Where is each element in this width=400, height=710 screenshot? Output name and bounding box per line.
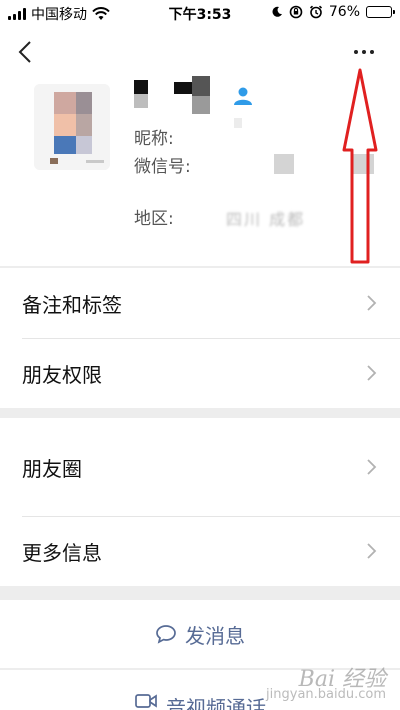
moon-icon — [272, 6, 282, 17]
avatar[interactable] — [34, 84, 110, 170]
send-message-button[interactable]: 发消息 — [0, 600, 400, 668]
watermark-logo: Bai 经验 — [298, 667, 386, 692]
battery-percent: 76% — [328, 4, 360, 20]
back-arrow-icon[interactable] — [14, 38, 38, 66]
video-call-label: 音视频通话 — [166, 696, 266, 710]
annotation-arrow — [342, 68, 378, 264]
more-dot-icon — [362, 50, 366, 54]
row-label: 朋友圈 — [22, 456, 82, 481]
alarm-icon — [309, 5, 322, 19]
chevron-right-icon — [367, 295, 377, 311]
status-right: 76% — [271, 4, 395, 20]
row-label: 备注和标签 — [22, 292, 122, 317]
person-icon — [234, 87, 252, 105]
more-dot-icon — [354, 50, 358, 54]
chevron-right-icon — [367, 459, 377, 475]
status-bar: 中国移动 下午3:53 76% — [0, 0, 400, 26]
nickname-label: 昵称: — [134, 129, 174, 149]
more-dot-icon — [370, 50, 374, 54]
watermark-url: jingyan.baidu.com — [266, 687, 386, 702]
battery-icon — [366, 6, 395, 18]
region-label: 地区: — [134, 209, 174, 229]
wechat-id-label: 微信号: — [134, 157, 191, 177]
settings-group-2: 朋友圈 更多信息 — [0, 418, 400, 586]
settings-group-1: 备注和标签 朋友权限 — [0, 268, 400, 408]
row-label: 朋友权限 — [22, 362, 102, 387]
redacted-name-block — [134, 76, 210, 114]
video-camera-icon — [135, 694, 157, 708]
chat-bubble-icon — [156, 625, 176, 644]
rotation-lock-icon — [289, 5, 303, 19]
profile-card: 昵称: 微信号: 地区: 四川 成都 — [0, 26, 400, 266]
chevron-right-icon — [367, 543, 377, 559]
send-message-label: 发消息 — [185, 623, 245, 648]
more-options-button[interactable] — [350, 46, 378, 58]
contact-name-redacted — [134, 76, 224, 120]
row-more-info[interactable]: 更多信息 — [0, 516, 400, 586]
row-remarks-tags[interactable]: 备注和标签 — [0, 268, 400, 338]
watermark: Bai 经验 jingyan.baidu.com — [266, 667, 386, 703]
redacted-block — [234, 118, 242, 128]
row-friend-permissions[interactable]: 朋友权限 — [0, 338, 400, 408]
row-moments[interactable]: 朋友圈 — [0, 418, 400, 516]
row-label: 更多信息 — [22, 540, 102, 565]
chevron-right-icon — [367, 365, 377, 381]
redacted-block — [274, 154, 294, 174]
avatar-image — [34, 84, 110, 170]
region-value: 四川 成都 — [226, 210, 306, 229]
